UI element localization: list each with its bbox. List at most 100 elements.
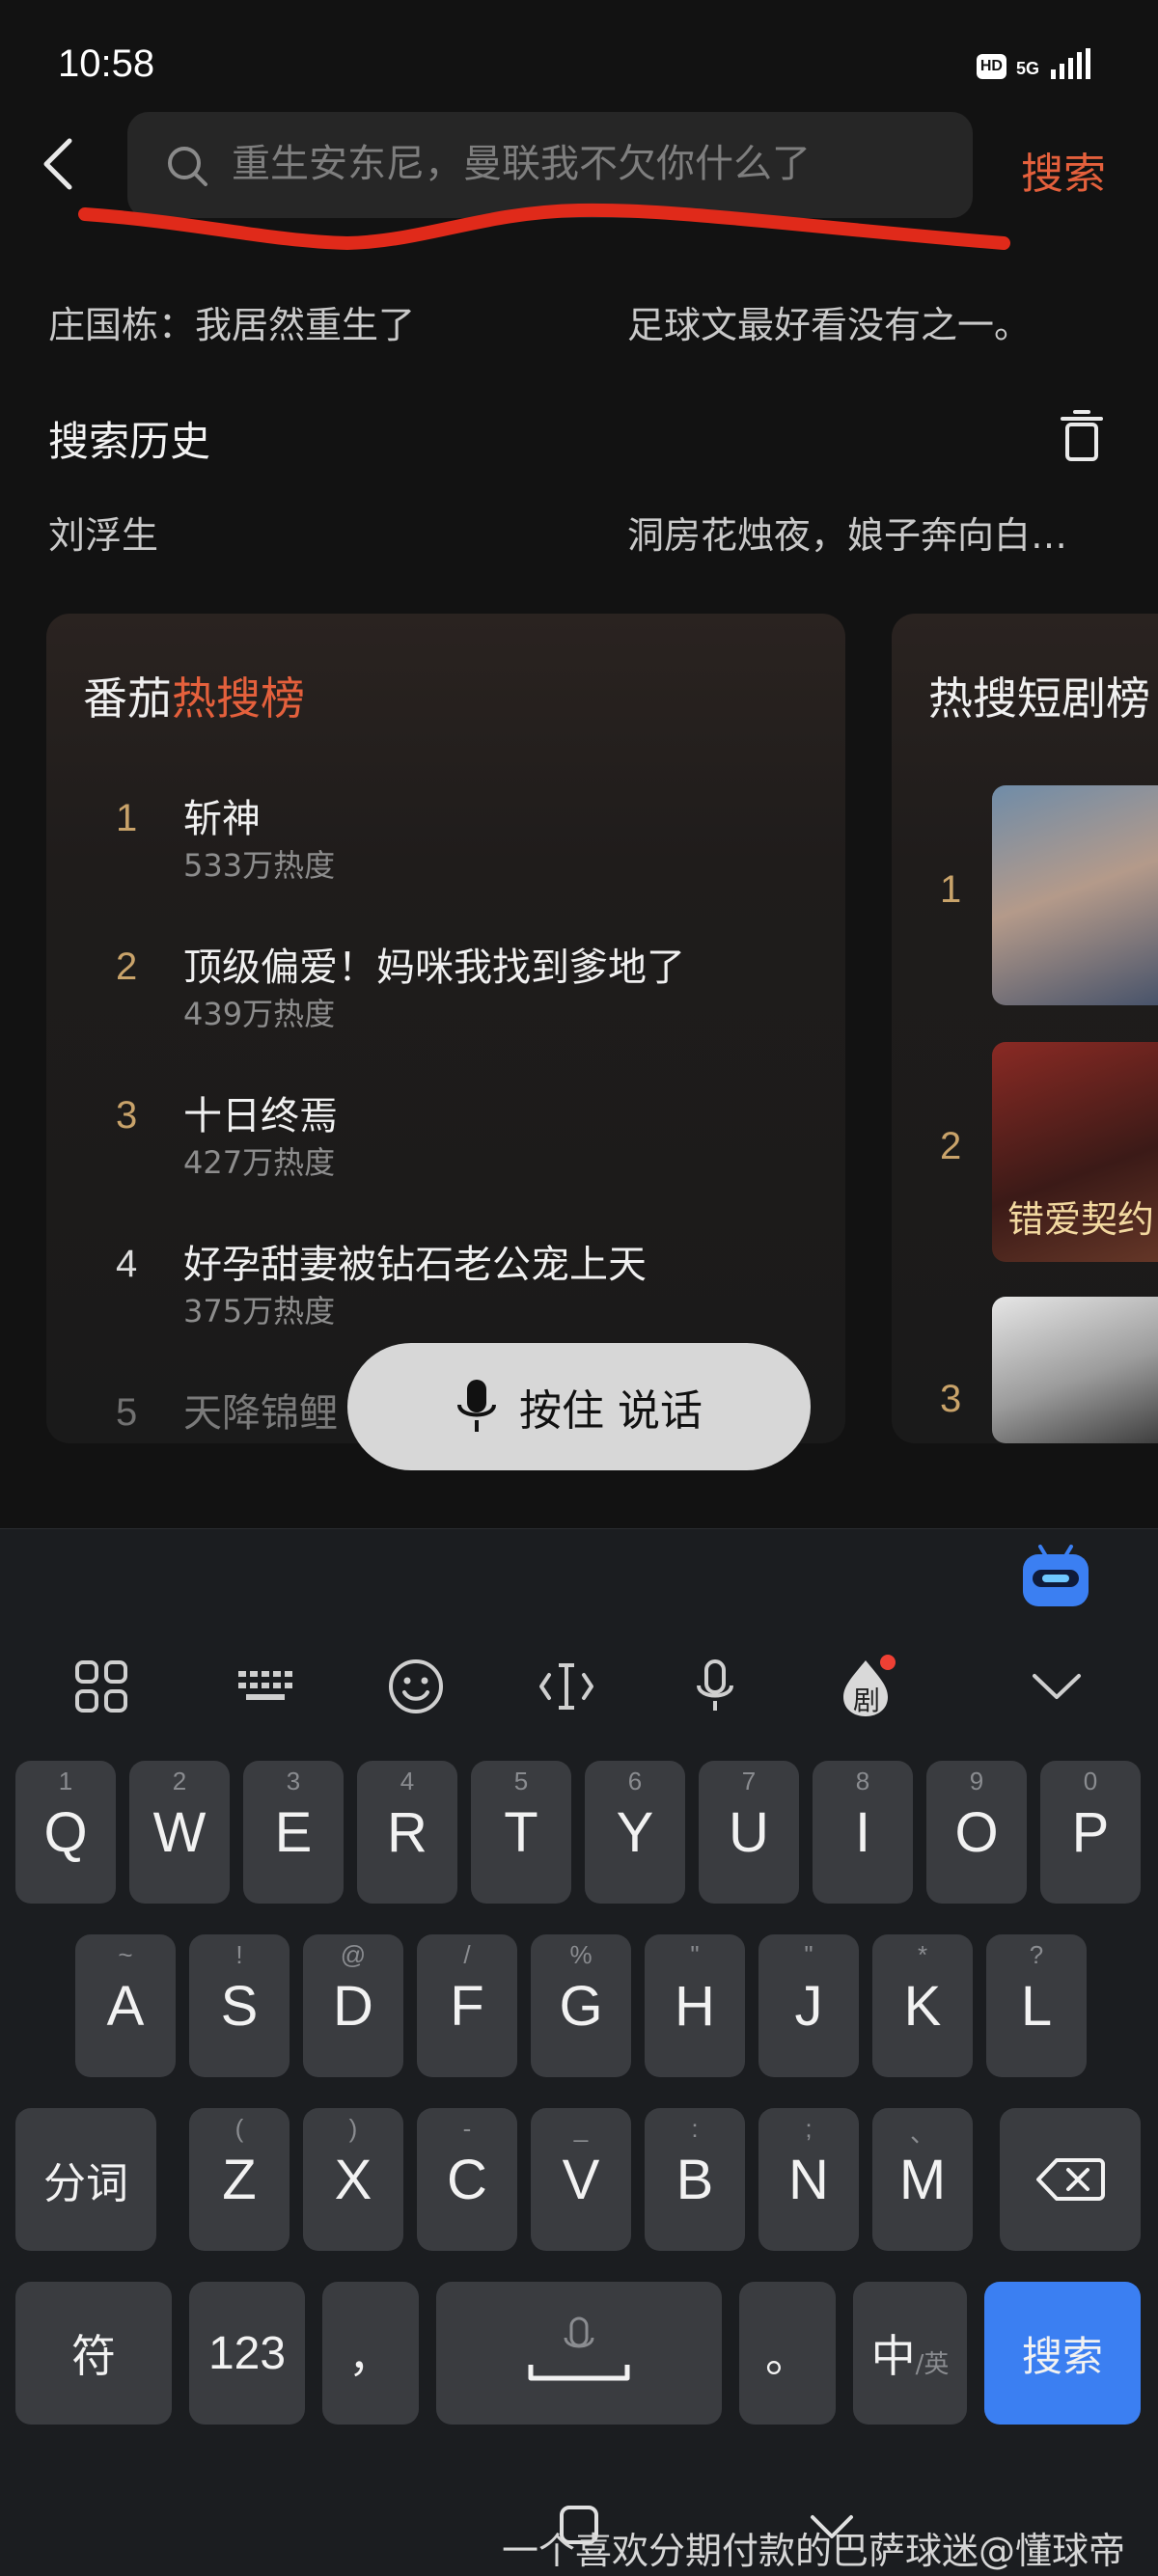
history-item[interactable]: 刘浮生 [48, 506, 158, 559]
key-f[interactable]: / F [417, 1934, 517, 2077]
hot-search-title-plain: 番茄 [83, 672, 172, 725]
watermark-text: 一个喜欢分期付款的巴萨球迷@懂球帝 [502, 2530, 1126, 2572]
key-period[interactable]: 。 [739, 2282, 836, 2425]
key-j[interactable]: " J [758, 1934, 859, 2077]
trash-icon [1061, 410, 1103, 461]
key-p[interactable]: 0P [1040, 1761, 1141, 1904]
suggestion-item[interactable]: 足球文最好看没有之一。 [627, 295, 1158, 348]
key-t[interactable]: 5T [471, 1761, 571, 1904]
rank-title: 斩神 [183, 797, 261, 841]
hot-search-title-highlight: 热搜榜 [172, 672, 305, 725]
rank-heat: 427万热度 [183, 1144, 336, 1181]
drama-item[interactable]: 3 [892, 1297, 1158, 1443]
key-s[interactable]: ! S [189, 1934, 290, 2077]
keyboard-switch-icon[interactable] [232, 1653, 299, 1720]
key-w[interactable]: 2W [129, 1761, 230, 1904]
key-g[interactable]: % G [531, 1934, 631, 2077]
network-label: 5G [1015, 59, 1039, 78]
keyboard: 剧 1Q 2W 3E 4R 5T 6Y 7U 8I 9O 0P ~ A ! S @ D… [0, 1528, 1158, 2576]
key-comma[interactable]: ， [322, 2282, 419, 2425]
key-v[interactable]: _ V [531, 2108, 631, 2251]
key-d[interactable]: @ D [303, 1934, 403, 2077]
hot-search-item[interactable]: 4 好孕甜妻被钻石老公宠上天 375万热度 [46, 1233, 845, 1358]
microphone-icon [457, 1380, 496, 1432]
drama-poster-text: 错爱契约 [1007, 1198, 1155, 1241]
drama-board-title: 热搜短剧榜 [928, 672, 1150, 725]
chevron-left-icon [43, 138, 72, 190]
keyboard-assistant-icon[interactable] [1019, 1543, 1092, 1610]
status-icons: HD 5G [976, 48, 1090, 79]
key-x[interactable]: ) X [303, 2108, 403, 2251]
drama-poster: 错爱契约 [992, 1042, 1158, 1262]
rank-title: 好孕甜妻被钻石老公宠上天 [183, 1243, 647, 1287]
history-row: 刘浮生 洞房花烛夜，娘子奔向白… [48, 506, 1110, 563]
rank-heat: 375万热度 [183, 1293, 336, 1329]
drama-shortcut-icon[interactable]: 剧 [832, 1653, 899, 1720]
backspace-icon [1036, 2158, 1105, 2201]
key-r[interactable]: 4R [357, 1761, 457, 1904]
search-icon [168, 147, 207, 186]
back-button[interactable] [39, 135, 96, 197]
search-button[interactable]: 搜索 [1021, 139, 1106, 201]
red-underline-annotation [78, 203, 1010, 251]
key-i[interactable]: 8I [813, 1761, 913, 1904]
cursor-move-icon[interactable] [533, 1653, 600, 1720]
hd-badge: HD [976, 54, 1006, 79]
history-item[interactable]: 洞房花烛夜，娘子奔向白… [627, 506, 1158, 559]
clear-history-button[interactable] [1060, 409, 1104, 463]
emoji-icon[interactable] [382, 1653, 450, 1720]
drama-item[interactable]: 1 [892, 785, 1158, 1017]
key-u[interactable]: 7U [699, 1761, 799, 1904]
search-history-title: 搜索历史 [48, 418, 211, 465]
voice-input-icon[interactable] [681, 1653, 749, 1720]
hot-search-item[interactable]: 2 顶级偏爱！妈咪我找到爹地了 439万热度 [46, 936, 845, 1061]
hot-search-item[interactable]: 3 十日终焉 427万热度 [46, 1084, 845, 1210]
hot-search-title: 番茄热搜榜 [83, 664, 305, 727]
rank-number: 3 [940, 1378, 962, 1420]
key-language-switch[interactable]: 中/英 [853, 2282, 967, 2425]
key-k[interactable]: * K [872, 1934, 973, 2077]
rank-number: 2 [940, 1125, 962, 1167]
hold-to-talk-label: 按住 说话 [519, 1386, 703, 1436]
drama-item[interactable]: 2 错爱契约 [892, 1042, 1158, 1274]
key-symbols[interactable]: 符 [15, 2282, 172, 2425]
rank-heat: 533万热度 [183, 847, 336, 884]
grid-menu-icon[interactable] [68, 1653, 135, 1720]
status-time: 10:58 [58, 42, 155, 85]
hot-search-item[interactable]: 1 斩神 533万热度 [46, 787, 845, 913]
key-h[interactable]: " H [645, 1934, 745, 2077]
key-space[interactable] [436, 2282, 722, 2425]
suggestion-item[interactable]: 庄国栋：我居然重生了 [48, 295, 415, 348]
drama-board-card: 热搜短剧榜 1 2 错爱契约 3 [892, 614, 1158, 1443]
search-input[interactable] [232, 135, 946, 193]
key-segment[interactable]: 分词 [15, 2108, 156, 2251]
key-e[interactable]: 3E [243, 1761, 344, 1904]
drama-poster [992, 785, 1158, 1005]
key-a[interactable]: ~ A [75, 1934, 176, 2077]
key-m[interactable]: 、 M [872, 2108, 973, 2251]
rank-number: 5 [116, 1391, 138, 1434]
collapse-keyboard-icon[interactable] [1023, 1653, 1090, 1720]
hold-to-talk-button[interactable]: 按住 说话 [347, 1343, 811, 1470]
drama-poster [992, 1297, 1158, 1443]
rank-title: 天降锦鲤 [183, 1391, 338, 1436]
key-numbers[interactable]: 123 [189, 2282, 305, 2425]
key-c[interactable]: -C [417, 2108, 517, 2251]
rank-heat: 439万热度 [183, 996, 336, 1032]
signal-icon [1051, 48, 1090, 79]
key-b[interactable]: :B [645, 2108, 745, 2251]
key-y[interactable]: 6Y [585, 1761, 685, 1904]
key-n[interactable]: ; N [758, 2108, 859, 2251]
key-l[interactable]: ? L [986, 1934, 1087, 2077]
key-backspace[interactable] [1000, 2108, 1141, 2251]
key-search[interactable]: 搜索 [984, 2282, 1141, 2425]
suggestion-row: 庄国栋：我居然重生了 足球文最好看没有之一。 [48, 295, 1110, 353]
rank-number: 4 [116, 1243, 138, 1285]
rank-number: 2 [116, 945, 138, 988]
drama-badge-label: 剧 [853, 1685, 881, 1716]
hot-search-card: 番茄热搜榜 1 斩神 533万热度 2 顶级偏爱！妈咪我找到爹地了 439万热度… [46, 614, 845, 1443]
key-q[interactable]: 1Q [15, 1761, 116, 1904]
key-o[interactable]: 9O [926, 1761, 1027, 1904]
rank-number: 1 [116, 797, 138, 839]
key-z[interactable]: (Z [189, 2108, 290, 2251]
